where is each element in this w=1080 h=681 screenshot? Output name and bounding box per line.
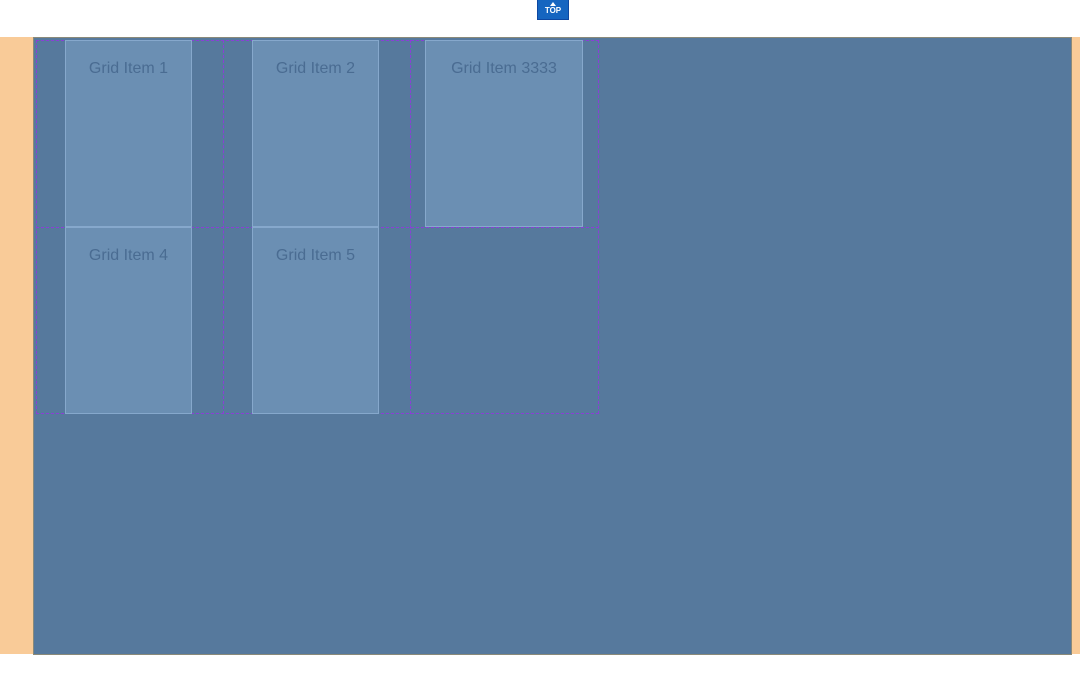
grid-item: Grid Item 1 — [65, 40, 192, 227]
grid-item-label: Grid Item 3333 — [451, 60, 557, 77]
grid-item-label: Grid Item 1 — [88, 60, 169, 77]
grid-item-label: Grid Item 4 — [88, 247, 169, 264]
grid-item: Grid Item 3333 — [425, 40, 583, 227]
grid-item-label: Grid Item 5 — [275, 247, 356, 264]
grid-item: Grid Item 2 — [252, 40, 379, 227]
grid-item: Grid Item 4 — [65, 227, 192, 414]
grid-item: Grid Item 5 — [252, 227, 379, 414]
top-anchor-badge[interactable]: TOP — [537, 0, 569, 20]
top-badge-label: TOP — [544, 6, 562, 15]
grid-item-label: Grid Item 2 — [275, 60, 356, 77]
page: TOP Grid Item 1 Grid Item 2 Grid Item 33… — [0, 0, 1080, 681]
